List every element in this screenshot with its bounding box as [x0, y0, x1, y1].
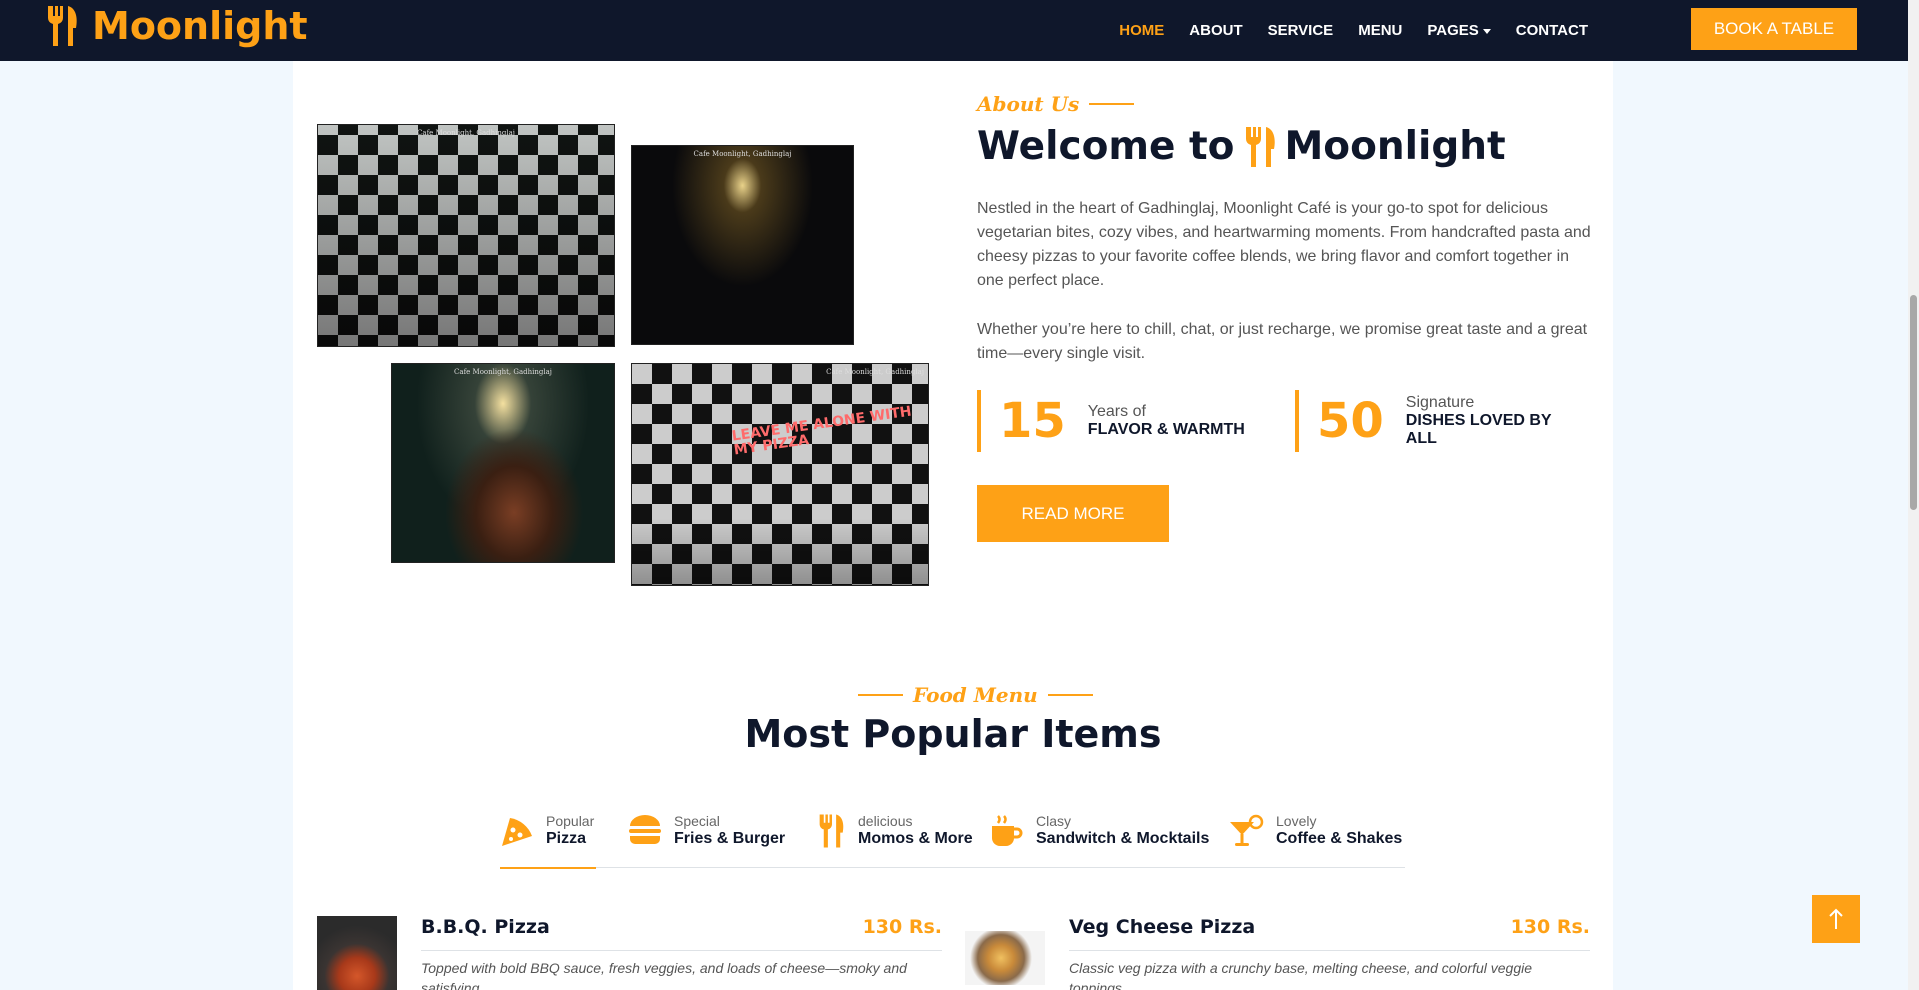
divider-line	[1047, 694, 1093, 696]
cafe-photo-3: Cafe Moonlight, Gadhinglaj	[391, 363, 615, 563]
stat-label-big: DISHES LOVED BY ALL	[1405, 412, 1552, 447]
menu-title: Most Popular Items	[744, 712, 1162, 756]
menu-item-image	[965, 931, 1045, 985]
about-paragraph-1: Nestled in the heart of Gadhinglaj, Moon…	[977, 200, 1591, 289]
back-to-top-button[interactable]	[1812, 895, 1860, 943]
menu-tabs: Popular Pizza Special Fries & Burger del…	[500, 812, 1405, 869]
tab-text: Lovely Coffee & Shakes	[1276, 812, 1402, 848]
menu-item-description: Topped with bold BBQ sauce, fresh veggie…	[421, 960, 907, 990]
tab-label-big: Coffee & Shakes	[1276, 830, 1403, 847]
tab-pizza[interactable]: Popular Pizza	[500, 812, 597, 869]
tab-label-small: delicious	[858, 813, 913, 829]
stat-label: Signature DISHES LOVED BY ALL	[1406, 394, 1586, 448]
about-title-brand: Moonlight	[1284, 124, 1506, 169]
utensils-icon	[47, 6, 77, 46]
menu-item-description: Classic veg pizza with a crunchy base, m…	[1069, 960, 1533, 990]
nav-pages-label: PAGES	[1427, 22, 1479, 39]
tab-fries-burger[interactable]: Special Fries & Burger	[628, 812, 785, 868]
utensils-icon	[819, 814, 844, 848]
chevron-down-icon	[1482, 28, 1491, 34]
nav-menu[interactable]: MENU	[1358, 22, 1402, 39]
menu-item-name: B.B.Q. Pizza	[421, 916, 550, 938]
nav-home[interactable]: HOME	[1119, 22, 1164, 39]
tab-label-small: Lovely	[1276, 813, 1317, 829]
cafe-photo-2: Cafe Moonlight, Gadhinglaj	[631, 145, 854, 345]
tab-label-big: Pizza	[546, 830, 587, 847]
utensils-icon	[1246, 126, 1276, 167]
tab-label-small: Clasy	[1036, 813, 1072, 829]
photo-caption: Cafe Moonlight, Gadhinglaj	[826, 368, 924, 376]
tab-label-big: Fries & Burger	[674, 830, 786, 847]
photo-caption: Cafe Moonlight, Gadhinglaj	[693, 150, 792, 158]
stat-label-big: FLAVOR & WARMTH	[1087, 421, 1245, 438]
photo-caption: Cafe Moonlight, Gadhinglaj	[417, 129, 515, 137]
brand-logo[interactable]: Moonlight	[46, 4, 308, 48]
tab-label-small: Popular	[546, 813, 595, 829]
menu-subtitle: Food Menu	[848, 683, 1103, 707]
menu-item-name: Veg Cheese Pizza	[1069, 916, 1256, 938]
nav-pages-dropdown[interactable]: PAGES	[1427, 22, 1491, 39]
menu-item-image	[317, 916, 397, 990]
menu-item: B.B.Q. Pizza 130 Rs. Topped with bold BB…	[317, 916, 942, 990]
photo-caption: Cafe Moonlight, Gadhinglaj	[454, 368, 552, 376]
scrollbar-thumb[interactable]	[1910, 295, 1917, 510]
navbar: Moonlight HOME ABOUT SERVICE MENU PAGES …	[0, 0, 1908, 61]
coffee-cup-icon	[992, 815, 1023, 846]
divider-line	[421, 950, 942, 951]
tab-text: Clasy Sandwitch & Mocktails	[1036, 812, 1209, 848]
stat-label: Years of FLAVOR & WARMTH	[1088, 403, 1245, 439]
burger-icon	[629, 815, 661, 844]
nav-service[interactable]: SERVICE	[1268, 22, 1334, 39]
cafe-photo-4: Cafe Moonlight, Gadhinglaj LEAVE ME ALON…	[631, 363, 929, 586]
stat-number: 15	[999, 393, 1066, 449]
nav-links: HOME ABOUT SERVICE MENU PAGES CONTACT	[1094, 0, 1588, 61]
stat-number: 50	[1317, 393, 1384, 449]
about-title: Welcome to Moonlight	[977, 124, 1506, 169]
menu-item: Veg Cheese Pizza 130 Rs. Classic veg piz…	[965, 916, 1590, 990]
tab-label-big: Momos & More	[858, 830, 973, 847]
divider-line	[1069, 950, 1590, 951]
tab-text: delicious Momos & More	[858, 812, 973, 848]
cocktail-icon	[1230, 814, 1264, 846]
tab-sandwich-mocktails[interactable]: Clasy Sandwitch & Mocktails	[990, 812, 1209, 868]
arrow-up-icon	[1829, 908, 1843, 929]
nav-about[interactable]: ABOUT	[1189, 22, 1242, 39]
menu-item-price: 130 Rs.	[1510, 916, 1590, 938]
tab-coffee-shakes[interactable]: Lovely Coffee & Shakes	[1228, 812, 1402, 868]
page-scrollbar[interactable]	[1908, 0, 1919, 990]
tab-text: Popular Pizza	[546, 812, 594, 848]
stat-label-small: Signature	[1405, 394, 1475, 411]
about-subtitle-text: About Us	[977, 92, 1080, 116]
about-subtitle: About Us	[977, 92, 1135, 116]
about-title-prefix: Welcome to	[977, 124, 1235, 169]
menu-item-price: 130 Rs.	[862, 916, 942, 938]
nav-contact[interactable]: CONTACT	[1516, 22, 1588, 39]
stat-label-small: Years of	[1087, 403, 1146, 420]
stat-years: 15 Years of FLAVOR & WARMTH	[977, 390, 1277, 452]
cafe-photo-1: Cafe Moonlight, Gadhinglaj	[317, 124, 615, 347]
menu-subtitle-text: Food Menu	[913, 683, 1038, 707]
divider-line	[858, 694, 903, 696]
pizza-icon	[502, 818, 532, 846]
about-paragraph-2: Whether you’re here to chill, chat, or j…	[977, 321, 1588, 362]
mural-text: LEAVE ME ALONE WITH MY PIZZA	[730, 403, 913, 459]
stat-dishes: 50 Signature DISHES LOVED BY ALL	[1295, 390, 1595, 452]
tab-label-big: Sandwitch & Mocktails	[1036, 830, 1210, 847]
tab-text: Special Fries & Burger	[674, 812, 785, 848]
tab-label-small: Special	[674, 813, 720, 829]
brand-name: Moonlight	[92, 4, 308, 48]
divider-line	[1089, 103, 1135, 105]
tab-momos[interactable]: delicious Momos & More	[818, 812, 973, 868]
book-table-button[interactable]: BOOK A TABLE	[1691, 8, 1857, 50]
read-more-button[interactable]: READ MORE	[977, 485, 1169, 542]
